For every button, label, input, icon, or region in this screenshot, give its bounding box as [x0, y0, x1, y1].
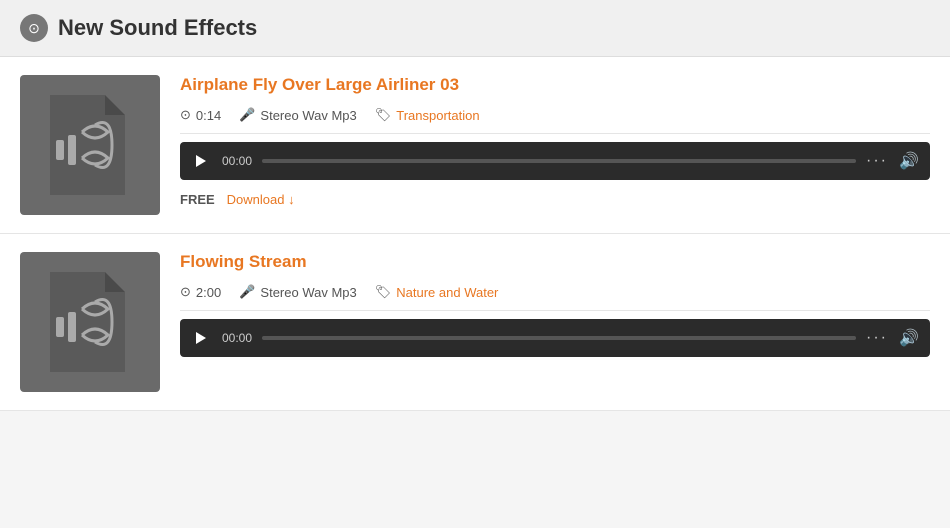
more-options-1[interactable]: ···: [866, 152, 888, 170]
clock-icon-2: ⊙: [180, 284, 191, 300]
play-button-1[interactable]: [190, 150, 212, 172]
duration-1: ⊙ 0:14: [180, 107, 221, 123]
sound-title-1[interactable]: Airplane Fly Over Large Airliner 03: [180, 75, 930, 95]
tag-icon-1: 🏷: [375, 107, 392, 123]
play-button-2[interactable]: [190, 327, 212, 349]
format-2: 🎤 Stereo Wav Mp3: [239, 284, 357, 300]
page-title: New Sound Effects: [58, 15, 257, 41]
duration-2: ⊙ 2:00: [180, 284, 221, 300]
category-2: 🏷 Nature and Water: [375, 284, 499, 300]
category-link-1[interactable]: Transportation: [396, 108, 479, 123]
audio-player-1: 00:00 ··· 🔊: [180, 142, 930, 180]
volume-button-1[interactable]: 🔊: [898, 150, 920, 172]
sound-title-2[interactable]: Flowing Stream: [180, 252, 930, 272]
format-1: 🎤 Stereo Wav Mp3: [239, 107, 357, 123]
sound-thumbnail-1: [20, 75, 160, 215]
time-display-2: 00:00: [222, 331, 252, 345]
volume-icon-2: 🔊: [899, 328, 919, 348]
sound-item-1: Airplane Fly Over Large Airliner 03 ⊙ 0:…: [0, 57, 950, 234]
volume-button-2[interactable]: 🔊: [898, 327, 920, 349]
sound-meta-1: ⊙ 0:14 🎤 Stereo Wav Mp3 🏷 Transportation: [180, 107, 930, 134]
tag-icon-2: 🏷: [375, 284, 392, 300]
price-label-1: FREE: [180, 192, 215, 207]
sound-list: Airplane Fly Over Large Airliner 03 ⊙ 0:…: [0, 57, 950, 411]
sound-info-2: Flowing Stream ⊙ 2:00 🎤 Stereo Wav Mp3 🏷…: [180, 252, 930, 357]
audio-player-2: 00:00 ··· 🔊: [180, 319, 930, 357]
header-icon: ⊙: [20, 14, 48, 42]
sound-meta-2: ⊙ 2:00 🎤 Stereo Wav Mp3 🏷 Nature and Wat…: [180, 284, 930, 311]
mic-icon-1: 🎤: [239, 107, 255, 123]
clock-icon-1: ⊙: [180, 107, 191, 123]
mic-icon-2: 🎤: [239, 284, 255, 300]
more-options-2[interactable]: ···: [866, 329, 888, 347]
page-header: ⊙ New Sound Effects: [0, 0, 950, 57]
download-link-1[interactable]: Download ↓: [227, 192, 295, 207]
category-1: 🏷 Transportation: [375, 107, 480, 123]
progress-bar-2[interactable]: [262, 336, 856, 340]
time-display-1: 00:00: [222, 154, 252, 168]
progress-bar-1[interactable]: [262, 159, 856, 163]
sound-item-2: Flowing Stream ⊙ 2:00 🎤 Stereo Wav Mp3 🏷…: [0, 234, 950, 411]
sound-thumbnail-2: [20, 252, 160, 392]
sound-info-1: Airplane Fly Over Large Airliner 03 ⊙ 0:…: [180, 75, 930, 207]
category-link-2[interactable]: Nature and Water: [396, 285, 498, 300]
download-row-1: FREE Download ↓: [180, 192, 930, 207]
volume-icon-1: 🔊: [899, 151, 919, 171]
